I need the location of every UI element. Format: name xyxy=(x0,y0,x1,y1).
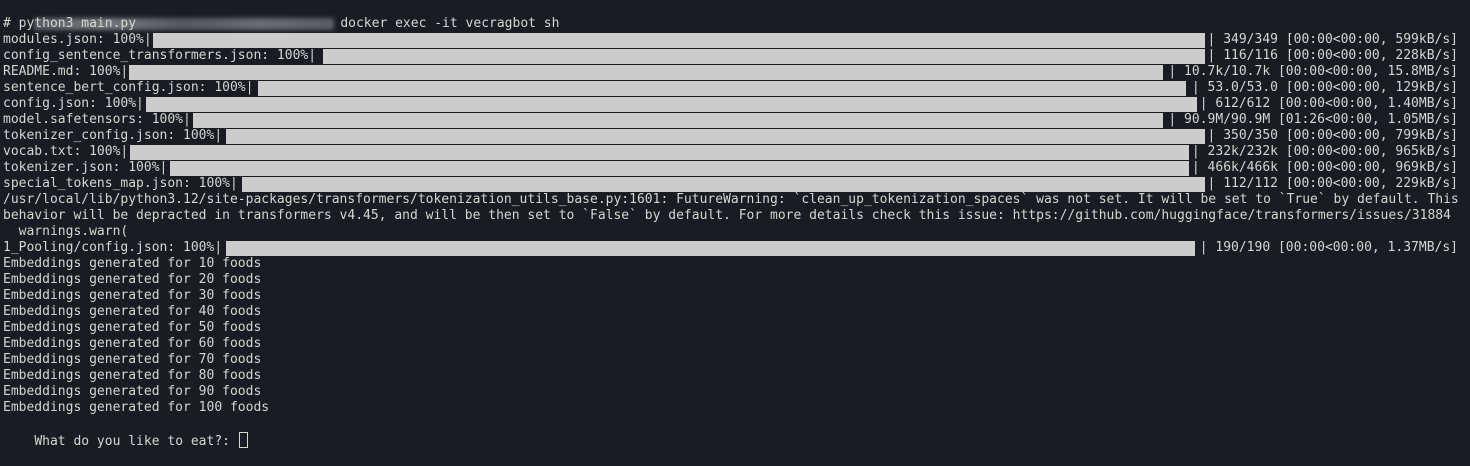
progress-label: README.md: 100%| xyxy=(3,64,129,79)
embedding-log-line: Embeddings generated for 10 foods xyxy=(3,256,262,271)
progress-bar xyxy=(146,97,1197,112)
progress-label: sentence_bert_config.json: 100%| xyxy=(3,80,254,95)
progress-label: tokenizer.json: 100%| xyxy=(3,160,168,175)
progress-bar xyxy=(153,33,1205,48)
download-progress-row: modules.json: 100%| | 349/349 [00:00<00:0… xyxy=(0,32,1470,48)
embedding-log-line: Embeddings generated for 50 foods xyxy=(3,320,262,335)
progress-label: 1_Pooling/config.json: 100%| xyxy=(3,240,223,255)
progress-stats: | 232k/232k [00:00<00:00, 965kB/s] xyxy=(1191,144,1458,159)
embeddings-log: Embeddings generated for 10 foods Embeddi… xyxy=(0,256,1470,416)
progress-label: tokenizer_config.json: 100%| xyxy=(3,128,223,143)
embedding-log-line: Embeddings generated for 30 foods xyxy=(3,288,262,303)
embedding-log-line: Embeddings generated for 70 foods xyxy=(3,352,262,367)
progress-stats: | 349/349 [00:00<00:00, 599kB/s] xyxy=(1207,32,1458,47)
progress-stats: | 190/190 [00:00<00:00, 1.37MB/s] xyxy=(1199,240,1458,255)
download-progress-row: config_sentence_transformers.json: 100%|… xyxy=(0,48,1470,64)
download-progress-row: sentence_bert_config.json: 100%| | 53.0/5… xyxy=(0,80,1470,96)
download-progress-row: model.safetensors: 100%| | 90.9M/90.9M [0… xyxy=(0,112,1470,128)
pooling-progress-row: 1_Pooling/config.json: 100%| | 190/190 [… xyxy=(0,240,1470,256)
progress-stats: | 116/116 [00:00<00:00, 228kB/s] xyxy=(1207,48,1458,63)
input-prompt-text: What do you like to eat?: xyxy=(34,434,238,449)
progress-bar xyxy=(170,161,1189,176)
progress-bar xyxy=(130,145,1189,160)
progress-label: config_sentence_transformers.json: 100%| xyxy=(3,48,317,63)
progress-label: model.safetensors: 100%| xyxy=(3,112,191,127)
progress-bar xyxy=(323,49,1205,64)
terminal-window[interactable]: docker exec -it vecragbot sh # python3 m… xyxy=(0,0,1470,450)
download-progress-row: tokenizer_config.json: 100%| | 350/350 [0… xyxy=(0,128,1470,144)
progress-bar xyxy=(226,129,1205,144)
progress-bar xyxy=(242,177,1205,192)
download-progress-row: vocab.txt: 100%| | 232k/232k [00:00<00:00… xyxy=(0,144,1470,160)
download-progress-row: config.json: 100%| | 612/612 [00:00<00:00… xyxy=(0,96,1470,112)
progress-bar xyxy=(193,113,1163,128)
progress-stats: | 350/350 [00:00<00:00, 799kB/s] xyxy=(1207,128,1458,143)
embedding-log-line: Embeddings generated for 90 foods xyxy=(3,384,262,399)
download-progress-list: modules.json: 100%| | 349/349 [00:00<00:0… xyxy=(0,32,1470,192)
progress-stats: | 466k/466k [00:00<00:00, 969kB/s] xyxy=(1191,160,1458,175)
progress-stats: | 10.7k/10.7k [00:00<00:00, 15.8MB/s] xyxy=(1168,64,1458,79)
progress-stats: | 612/612 [00:00<00:00, 1.40MB/s] xyxy=(1199,96,1458,111)
progress-label: special_tokens_map.json: 100%| xyxy=(3,176,238,191)
progress-stats: | 112/112 [00:00<00:00, 229kB/s] xyxy=(1207,176,1458,191)
progress-label: modules.json: 100%| xyxy=(3,32,152,47)
progress-bar xyxy=(129,65,1163,80)
shell-prompt-line: docker exec -it vecragbot sh xyxy=(0,0,1470,31)
embedding-log-line: Embeddings generated for 60 foods xyxy=(3,336,262,351)
download-progress-row: README.md: 100%| | 10.7k/10.7k [00:00<00:… xyxy=(0,64,1470,80)
embedding-log-line: Embeddings generated for 80 foods xyxy=(3,368,262,383)
embedding-log-line: Embeddings generated for 100 foods xyxy=(3,400,270,415)
text-cursor[interactable] xyxy=(238,432,248,448)
progress-bar xyxy=(258,81,1186,96)
embedding-log-line: Embeddings generated for 40 foods xyxy=(3,304,262,319)
input-prompt-line[interactable]: What do you like to eat?: xyxy=(0,416,1470,449)
progress-label: vocab.txt: 100%| xyxy=(3,144,129,159)
progress-bar xyxy=(226,241,1195,256)
download-progress-row: tokenizer.json: 100%| | 466k/466k [00:00<… xyxy=(0,160,1470,176)
progress-stats: | 90.9M/90.9M [01:26<00:00, 1.05MB/s] xyxy=(1168,112,1458,127)
python-command-line: # python3 main.py xyxy=(3,16,137,31)
progress-label: config.json: 100%| xyxy=(3,96,144,111)
download-progress-row: special_tokens_map.json: 100%| | 112/112 … xyxy=(0,176,1470,192)
warnings-warn-line: warnings.warn( xyxy=(3,224,129,239)
embedding-log-line: Embeddings generated for 20 foods xyxy=(3,272,262,287)
progress-stats: | 53.0/53.0 [00:00<00:00, 129kB/s] xyxy=(1191,80,1458,95)
future-warning-text: /usr/local/lib/python3.12/site-packages/… xyxy=(3,192,1467,223)
